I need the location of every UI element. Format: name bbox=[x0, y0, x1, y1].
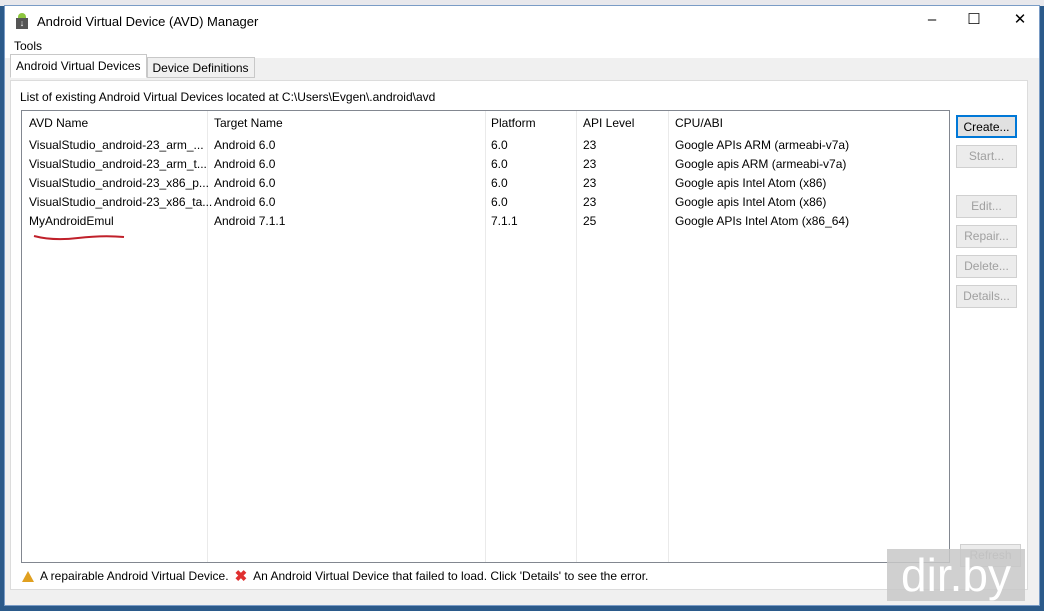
table-cell[interactable]: VisualStudio_android-23_arm_... bbox=[29, 138, 204, 152]
details-button[interactable]: Details... bbox=[956, 285, 1017, 308]
error-x-icon: ✖ bbox=[234, 568, 248, 585]
table-cell[interactable]: 23 bbox=[583, 157, 596, 171]
table-cell[interactable]: Android 7.1.1 bbox=[214, 214, 285, 228]
start-button[interactable]: Start... bbox=[956, 145, 1017, 168]
legend: A repairable Android Virtual Device. ✖ A… bbox=[22, 567, 648, 585]
header-api-level[interactable]: API Level bbox=[583, 116, 634, 130]
watermark-logo: dir.by bbox=[887, 549, 1025, 601]
header-target-name[interactable]: Target Name bbox=[214, 116, 283, 130]
title-bar: ↓ Android Virtual Device (AVD) Manager –… bbox=[5, 6, 1039, 36]
create-button[interactable]: Create... bbox=[956, 115, 1017, 138]
legend-failed: An Android Virtual Device that failed to… bbox=[253, 569, 649, 583]
tab-device-definitions[interactable]: Device Definitions bbox=[146, 57, 255, 78]
table-cell[interactable]: 6.0 bbox=[491, 195, 508, 209]
table-cell[interactable]: VisualStudio_android-23_x86_p... bbox=[29, 176, 209, 190]
close-button[interactable]: ✕ bbox=[997, 6, 1043, 36]
table-cell[interactable]: Android 6.0 bbox=[214, 138, 275, 152]
table-cell[interactable]: 23 bbox=[583, 138, 596, 152]
table-cell[interactable]: 25 bbox=[583, 214, 596, 228]
header-platform[interactable]: Platform bbox=[491, 116, 536, 130]
table-cell[interactable]: VisualStudio_android-23_arm_t... bbox=[29, 157, 207, 171]
red-underline-annotation bbox=[33, 235, 125, 241]
table-cell[interactable]: Android 6.0 bbox=[214, 157, 275, 171]
header-avd-name[interactable]: AVD Name bbox=[29, 116, 88, 130]
table-cell[interactable]: 6.0 bbox=[491, 176, 508, 190]
table-cell[interactable]: Google apis Intel Atom (x86) bbox=[675, 176, 826, 190]
table-cell[interactable]: Android 6.0 bbox=[214, 195, 275, 209]
table-cell[interactable]: MyAndroidEmul bbox=[29, 214, 114, 228]
header-cpu-abi[interactable]: CPU/ABI bbox=[675, 116, 723, 130]
table-cell[interactable]: VisualStudio_android-23_x86_ta... bbox=[29, 195, 212, 209]
window-title: Android Virtual Device (AVD) Manager bbox=[37, 13, 259, 29]
table-cell[interactable]: Google apis Intel Atom (x86) bbox=[675, 195, 826, 209]
legend-repairable: A repairable Android Virtual Device. bbox=[40, 569, 229, 583]
tab-android-virtual-devices[interactable]: Android Virtual Devices bbox=[10, 54, 147, 78]
menu-tools[interactable]: Tools bbox=[14, 39, 42, 53]
table-cell[interactable]: Android 6.0 bbox=[214, 176, 275, 190]
menu-bar: Tools bbox=[5, 36, 1039, 58]
delete-button[interactable]: Delete... bbox=[956, 255, 1017, 278]
table-cell[interactable]: 23 bbox=[583, 195, 596, 209]
table-cell[interactable]: 23 bbox=[583, 176, 596, 190]
list-label: List of existing Android Virtual Devices… bbox=[20, 90, 436, 104]
table-cell[interactable]: Google APIs Intel Atom (x86_64) bbox=[675, 214, 849, 228]
android-icon: ↓ bbox=[15, 13, 29, 29]
table-cell[interactable]: Google APIs ARM (armeabi-v7a) bbox=[675, 138, 849, 152]
table-cell[interactable]: Google apis ARM (armeabi-v7a) bbox=[675, 157, 846, 171]
table-cell[interactable]: 6.0 bbox=[491, 157, 508, 171]
maximize-button[interactable]: ☐ bbox=[951, 6, 997, 36]
warning-icon bbox=[22, 570, 34, 582]
edit-button[interactable]: Edit... bbox=[956, 195, 1017, 218]
table-cell[interactable]: 7.1.1 bbox=[491, 214, 518, 228]
table-cell[interactable]: 6.0 bbox=[491, 138, 508, 152]
tab-strip: Android Virtual Devices Device Definitio… bbox=[10, 54, 255, 78]
repair-button[interactable]: Repair... bbox=[956, 225, 1017, 248]
avd-table[interactable]: AVD Name Target Name Platform API Level … bbox=[21, 110, 950, 563]
minimize-button[interactable]: – bbox=[909, 6, 955, 36]
